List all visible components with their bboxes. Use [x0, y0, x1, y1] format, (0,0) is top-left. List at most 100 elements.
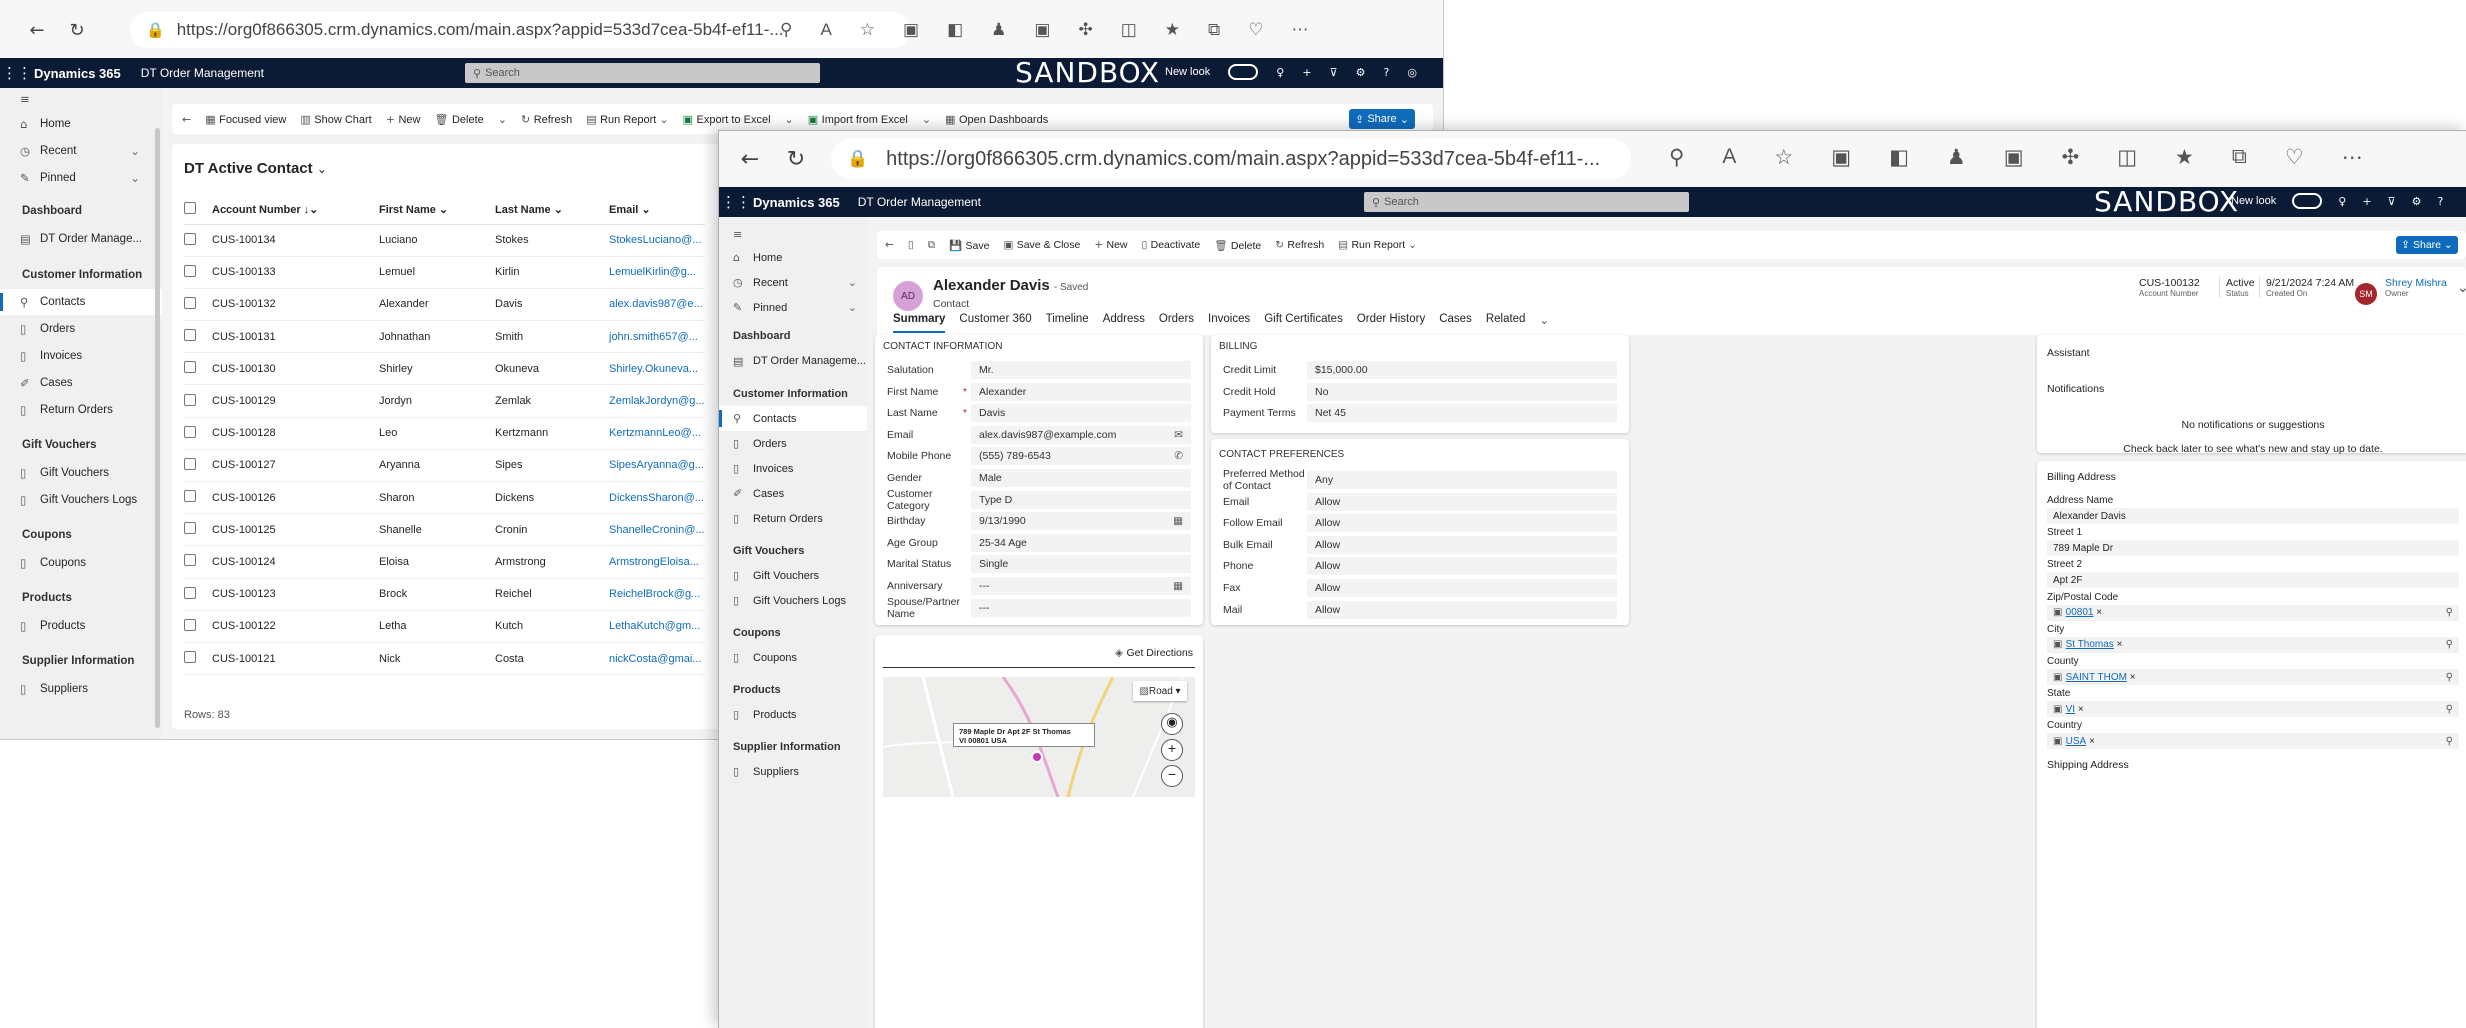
field-value[interactable]: --- ▦ — [971, 577, 1191, 595]
app-launcher-icon[interactable]: ⋮⋮ — [0, 64, 34, 82]
hamburger-icon[interactable]: ≡ — [719, 223, 867, 245]
address-bar[interactable]: 🔒 https://org0f866305.crm.dynamics.com/m… — [831, 139, 1631, 179]
field-value[interactable]: Mr. — [971, 361, 1191, 379]
cell-account-number[interactable]: CUS-100134 — [212, 224, 379, 256]
calendar-icon[interactable]: ▦ — [1173, 580, 1183, 592]
chevron-down-icon[interactable]: ⌄ — [785, 113, 794, 126]
sidebar-item-home[interactable]: ⌂ Home — [719, 245, 867, 270]
sidebar-item-return-orders[interactable]: ▯ Return Orders — [0, 396, 162, 423]
cell-email[interactable]: alex.davis987@e... — [609, 288, 705, 320]
cell-account-number[interactable]: CUS-100133 — [212, 256, 379, 288]
row-checkbox[interactable] — [184, 393, 196, 406]
field-value[interactable]: alex.davis987@example.com ✉ — [971, 425, 1191, 444]
cell-account-number[interactable]: CUS-100128 — [212, 417, 379, 449]
app-area[interactable]: DT Order Management — [141, 66, 264, 80]
field-state[interactable]: ▣ VI × ⚲ — [2047, 701, 2459, 718]
chevron-down-icon[interactable]: ⌄ — [2457, 279, 2466, 296]
locate-icon[interactable]: ◉ — [1161, 713, 1183, 735]
puzzle-icon[interactable]: ✣ — [2062, 145, 2080, 170]
export-excel-button[interactable]: ▣ Export to Excel — [683, 113, 771, 126]
row-checkbox[interactable] — [184, 586, 196, 599]
field-value[interactable]: Single — [971, 555, 1191, 574]
field-value[interactable]: (555) 789-6543 ✆ — [971, 447, 1191, 466]
sidebar-item-coupons[interactable]: ▯ Coupons — [719, 645, 867, 670]
tab-summary[interactable]: Summary — [893, 313, 946, 333]
cell-email[interactable]: nickCosta@gmai... — [609, 642, 705, 674]
search-icon[interactable]: ⚲ — [2446, 672, 2453, 683]
cell-email[interactable]: john.smith657@... — [609, 321, 705, 353]
tab-customer-360[interactable]: Customer 360 — [959, 313, 1031, 327]
sidebar-item-pinned[interactable]: ✎ Pinned ⌄ — [0, 164, 162, 191]
cell-email[interactable]: ShanelleCronin@... — [609, 514, 705, 546]
sidebar-item-gift-vouchers-logs[interactable]: ▯ Gift Vouchers Logs — [0, 486, 162, 513]
new-button[interactable]: + New — [1094, 239, 1127, 251]
field-value[interactable]: Any — [1307, 471, 1617, 489]
reload-icon[interactable]: ↻ — [66, 20, 88, 41]
global-search[interactable]: ⚲ Search — [1364, 192, 1689, 212]
split-icon[interactable]: ◫ — [2117, 145, 2137, 170]
zoom-icon[interactable]: ⚲ — [780, 20, 792, 40]
hamburger-icon[interactable]: ≡ — [0, 88, 162, 110]
new-look-toggle[interactable] — [1228, 64, 1259, 80]
filter-icon[interactable]: ⊽ — [2388, 195, 2396, 208]
table-row[interactable]: CUS-100121 Nick Costa nickCosta@gmai... — [184, 642, 705, 675]
table-row[interactable]: CUS-100132 Alexander Davis alex.davis987… — [184, 288, 705, 321]
show-chart-button[interactable]: ▥ Show Chart — [300, 113, 371, 126]
sidebar-item-coupons[interactable]: ▯ Coupons — [0, 549, 162, 576]
sidebar-item-orders[interactable]: ▯ Orders — [0, 315, 162, 342]
sidebar-item-return-orders[interactable]: ▯ Return Orders — [719, 506, 867, 531]
read-aloud-icon[interactable]: A — [1722, 145, 1736, 170]
tab-orders[interactable]: Orders — [1159, 313, 1194, 327]
zoom-out-icon[interactable]: − — [1161, 765, 1183, 787]
field-country[interactable]: ▣ USA × ⚲ — [2047, 733, 2459, 750]
close-icon[interactable]: × — [2075, 704, 2084, 715]
close-icon[interactable]: × — [2086, 736, 2095, 747]
cell-account-number[interactable]: CUS-100123 — [212, 578, 379, 610]
app-area[interactable]: DT Order Management — [858, 195, 981, 209]
cell-email[interactable]: ArmstrongEloisa... — [609, 546, 705, 578]
sidebar-item-orders[interactable]: ▯ Orders — [719, 431, 867, 456]
sidebar-item-contacts[interactable]: ⚲ Contacts — [719, 406, 867, 431]
extension-icon[interactable]: ◧ — [1889, 145, 1909, 170]
new-look-toggle[interactable] — [2292, 193, 2323, 209]
extension-icon[interactable]: ♟ — [1947, 145, 1966, 170]
table-row[interactable]: CUS-100134 Luciano Stokes StokesLuciano@… — [184, 224, 705, 257]
search-icon[interactable]: ⚲ — [2446, 704, 2453, 715]
split-icon[interactable]: ◫ — [1121, 20, 1137, 40]
copilot-icon[interactable]: ◎ — [1407, 66, 1417, 79]
table-row[interactable]: CUS-100133 Lemuel Kirlin LemuelKirlin@g.… — [184, 256, 705, 289]
sidebar-item-dashboard[interactable]: ▤ DT Order Manageme... — [719, 348, 867, 374]
back-icon[interactable]: ← — [885, 239, 894, 251]
sidebar-item-products[interactable]: ▯ Products — [0, 612, 162, 639]
cell-account-number[interactable]: CUS-100122 — [212, 610, 379, 642]
map-pin-icon[interactable] — [1031, 751, 1043, 763]
row-checkbox[interactable] — [184, 329, 196, 342]
row-checkbox[interactable] — [184, 361, 196, 374]
cell-email[interactable]: StokesLuciano@... — [609, 224, 705, 256]
field-city[interactable]: ▣ St Thomas × ⚲ — [2047, 636, 2459, 653]
open-dashboards-button[interactable]: ▦ Open Dashboards — [945, 113, 1048, 126]
col-email[interactable]: Email ⌄ — [609, 196, 705, 224]
delete-button[interactable]: 🗑 Delete — [1214, 239, 1261, 252]
field-value[interactable]: 9/13/1990 ▦ — [971, 512, 1191, 531]
col-last-name[interactable]: Last Name ⌄ — [495, 196, 609, 224]
extension-icon[interactable]: ▣ — [1831, 145, 1851, 170]
row-checkbox[interactable] — [184, 264, 196, 277]
help-icon[interactable]: ? — [1383, 66, 1389, 79]
cell-email[interactable]: KertzmannLeo@... — [609, 417, 705, 449]
plus-icon[interactable]: + — [2362, 195, 2371, 208]
search-icon[interactable]: ⚲ — [2446, 639, 2453, 650]
cell-account-number[interactable]: CUS-100126 — [212, 482, 379, 514]
gear-icon[interactable]: ⚙ — [1356, 66, 1366, 79]
field-county[interactable]: ▣ SAINT THOM × ⚲ — [2047, 669, 2459, 685]
sidebar-item-suppliers[interactable]: ▯ Suppliers — [0, 675, 162, 702]
favorites-icon[interactable]: ★ — [1165, 20, 1180, 40]
close-icon[interactable]: × — [2114, 639, 2123, 650]
table-row[interactable]: CUS-100128 Leo Kertzmann KertzmannLeo@..… — [184, 417, 705, 450]
more-icon[interactable]: ⋯ — [1291, 20, 1308, 40]
more-icon[interactable]: ⋯ — [2342, 145, 2363, 170]
new-button[interactable]: + New — [386, 113, 421, 126]
extension-icon[interactable]: ♟ — [991, 20, 1006, 40]
cell-account-number[interactable]: CUS-100132 — [212, 288, 379, 320]
deactivate-button[interactable]: ▯ Deactivate — [1142, 239, 1201, 251]
